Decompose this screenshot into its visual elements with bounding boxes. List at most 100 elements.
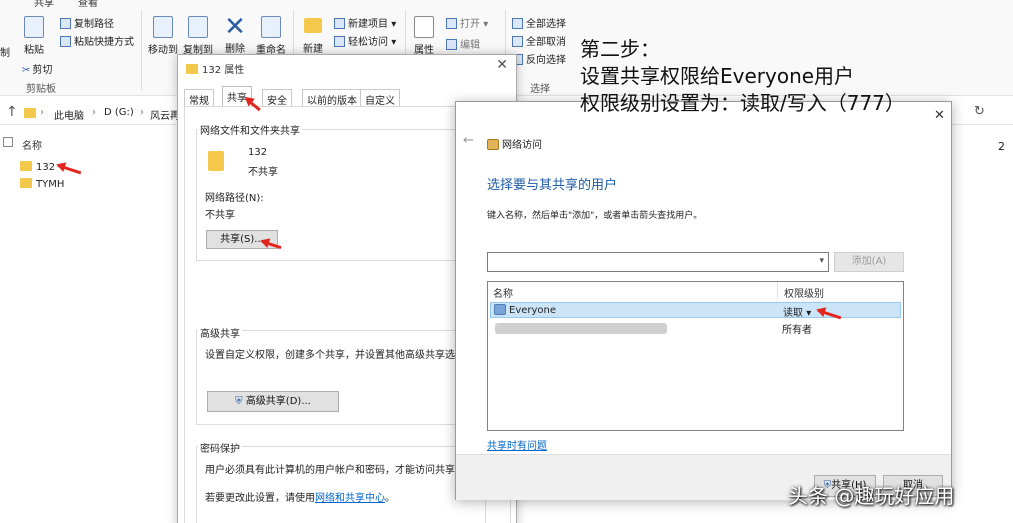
- advanced-share-button[interactable]: ⛨ 高级共享(D)...: [207, 391, 339, 412]
- open-label: 打开: [460, 19, 480, 30]
- close-icon[interactable]: ✕: [934, 108, 945, 123]
- dialog-title: 网络访问: [487, 136, 542, 151]
- clipboard-icon: [24, 16, 44, 38]
- select-none-button[interactable]: 全部取消: [512, 33, 566, 48]
- chevron-down-icon: ▾: [391, 37, 397, 48]
- rename-button[interactable]: 重命名: [255, 16, 287, 56]
- folder-icon: [208, 151, 224, 171]
- move-to-label: 移动到: [148, 45, 178, 56]
- back-arrow-icon[interactable]: ←: [463, 133, 474, 148]
- dialog-title-text: 网络访问: [502, 140, 542, 151]
- move-to-button[interactable]: 移动到: [146, 16, 180, 56]
- section-title: 高级共享: [198, 325, 242, 340]
- column-header-name[interactable]: 名称: [493, 285, 513, 300]
- list-item[interactable]: TYMH: [20, 178, 64, 190]
- chevron-down-icon: ▾: [483, 19, 489, 30]
- delete-icon: ✕: [224, 12, 246, 42]
- select-none-label: 全部取消: [526, 37, 566, 48]
- user-name: Everyone: [509, 305, 557, 316]
- users-icon: [494, 304, 506, 315]
- new-item-button[interactable]: 新建项目 ▾: [334, 15, 396, 30]
- shield-icon: ⛨: [235, 396, 243, 407]
- open-button[interactable]: 打开 ▾: [446, 15, 488, 30]
- file-list: 名称 132 TYMH: [0, 128, 180, 523]
- invert-selection-label: 反向选择: [526, 55, 566, 66]
- cut-button[interactable]: ✂ 剪切: [22, 61, 52, 76]
- password-section: [196, 446, 486, 523]
- permission-dropdown[interactable]: 读取 ▾: [783, 304, 811, 319]
- select-group-label: 选择: [530, 84, 550, 95]
- copy-to-icon: [188, 16, 208, 38]
- delete-button[interactable]: ✕ 删除: [222, 14, 248, 55]
- easy-access-label: 轻松访问: [348, 37, 388, 48]
- advanced-share-label: 高级共享(D)...: [245, 396, 311, 407]
- user-name-combobox[interactable]: ▾: [487, 252, 829, 272]
- edit-icon: [446, 39, 457, 50]
- new-folder-icon: [304, 18, 322, 33]
- network-path-value: 不共享: [205, 210, 235, 221]
- user-name-cell: Everyone: [494, 304, 556, 316]
- network-sharing-center-link[interactable]: 网络和共享中心: [315, 493, 385, 504]
- select-none-icon: [512, 36, 523, 47]
- column-divider: [777, 282, 778, 299]
- properties-button[interactable]: 属性: [411, 16, 437, 56]
- instruction-annotation: 第二步： 设置共享权限给Everyone用户 权限级别设置为：读取/写入（777…: [580, 36, 905, 117]
- permission-level: 读取: [783, 308, 803, 319]
- chevron-right-icon: ›: [40, 107, 44, 118]
- password-change-suffix: 。: [385, 493, 395, 504]
- select-all-icon: [512, 18, 523, 29]
- tab-general[interactable]: 常规: [184, 89, 214, 107]
- refresh-icon[interactable]: ↻: [974, 104, 985, 119]
- sharing-help-link[interactable]: 共享时有问题: [487, 437, 547, 452]
- up-arrow-icon[interactable]: ↑: [6, 104, 18, 120]
- column-header-permission[interactable]: 权限级别: [784, 285, 824, 300]
- ribbon-partial-label[interactable]: 制: [0, 44, 10, 59]
- breadcrumb-folder[interactable]: 风云再: [150, 107, 180, 122]
- copy-path-button[interactable]: 复制路径: [60, 15, 114, 30]
- file-name: 132: [36, 162, 56, 173]
- table-row[interactable]: 所有者: [490, 320, 901, 336]
- list-item[interactable]: 132: [20, 161, 55, 173]
- cut-label: 剪切: [32, 65, 53, 76]
- password-change-text: 若要更改此设置，请使用网络和共享中心。: [205, 489, 395, 504]
- new-folder-button[interactable]: 新建: [300, 16, 326, 55]
- network-access-dialog: ← 网络访问 选择要与其共享的用户 键入名称，然后单击"添加"，或者单击箭头查找…: [455, 101, 952, 500]
- invert-selection-button[interactable]: 反向选择: [512, 51, 566, 66]
- paste-shortcut-label: 粘贴快捷方式: [74, 37, 134, 48]
- breadcrumb-this-pc[interactable]: 此电脑: [54, 107, 84, 122]
- add-button[interactable]: 添加(A): [834, 252, 904, 272]
- tab-customize[interactable]: 自定义: [360, 89, 400, 107]
- ribbon-tab-view[interactable]: 查看: [78, 0, 98, 9]
- column-header-name[interactable]: 名称: [22, 137, 42, 152]
- chevron-down-icon[interactable]: ▾: [819, 256, 824, 266]
- paste-button[interactable]: 粘贴: [22, 16, 46, 56]
- rename-icon: [261, 16, 281, 38]
- copy-path-icon: [60, 18, 71, 29]
- folder-icon: [186, 64, 198, 74]
- new-item-label: 新建项目: [348, 19, 388, 30]
- section-title: 网络文件和文件夹共享: [198, 122, 302, 137]
- heading: 选择要与其共享的用户: [487, 178, 618, 193]
- paste-shortcut-button[interactable]: 粘贴快捷方式: [60, 33, 134, 48]
- advanced-description: 设置自定义权限，创建多个共享，并设置其他高级共享选: [205, 350, 455, 361]
- ribbon-tab-share[interactable]: 共享: [34, 0, 54, 9]
- checklist-icon: [414, 16, 434, 38]
- chevron-right-icon: ›: [140, 107, 144, 118]
- edit-button[interactable]: 编辑: [446, 36, 480, 51]
- select-all-checkbox[interactable]: [3, 137, 13, 147]
- tab-security[interactable]: 安全: [262, 89, 292, 107]
- new-item-icon: [334, 18, 345, 29]
- move-to-icon: [153, 16, 173, 38]
- password-description: 用户必须具有此计算机的用户帐户和密码，才能访问共享文: [205, 465, 465, 476]
- close-icon[interactable]: ✕: [496, 57, 508, 73]
- breadcrumb-drive[interactable]: D (G:): [104, 107, 134, 118]
- folder-name: 132: [248, 147, 268, 158]
- open-icon: [446, 18, 457, 29]
- copy-path-label: 复制路径: [74, 19, 114, 30]
- select-all-button[interactable]: 全部选择: [512, 15, 566, 30]
- copy-to-button[interactable]: 复制到: [181, 16, 215, 56]
- paste-label: 粘贴: [24, 45, 44, 56]
- chevron-down-icon: ▾: [391, 19, 397, 30]
- tab-previous-versions[interactable]: 以前的版本: [302, 89, 362, 107]
- easy-access-button[interactable]: 轻松访问 ▾: [334, 33, 396, 48]
